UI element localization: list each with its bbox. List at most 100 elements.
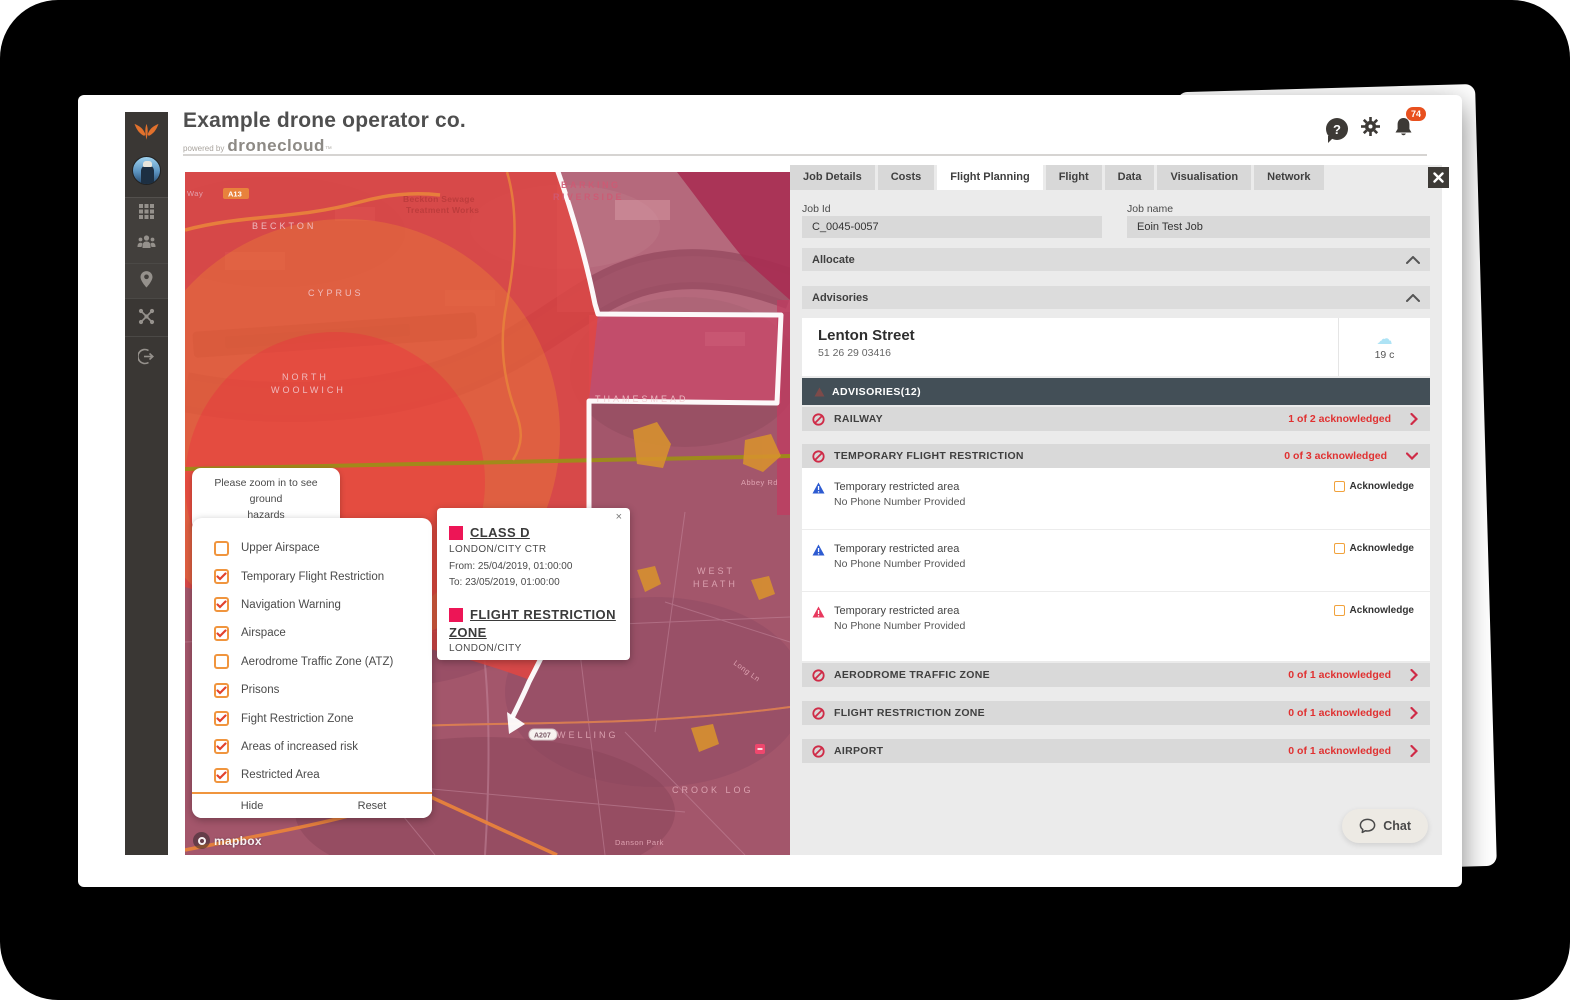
legend-item-airspace[interactable]: Airspace — [214, 619, 432, 647]
logout-icon[interactable] — [125, 348, 168, 365]
chevron-up-icon — [1406, 251, 1420, 269]
settings-gear-icon[interactable] — [1359, 115, 1382, 143]
acknowledge-checkbox[interactable] — [1334, 605, 1345, 616]
group-status: 0 of 1 acknowledged — [1288, 745, 1391, 757]
acknowledge-checkbox[interactable] — [1334, 543, 1345, 554]
chevron-right-icon[interactable] — [1410, 669, 1418, 681]
job-id-field[interactable]: C_0045-0057 — [802, 216, 1102, 238]
tab-flight[interactable]: Flight — [1046, 165, 1102, 190]
trademark: ™ — [325, 146, 332, 153]
tab-flight-planning[interactable]: Flight Planning — [937, 165, 1042, 190]
legend-item-fight-restriction-zone[interactable]: Fight Restriction Zone — [214, 704, 432, 732]
chevron-right-icon[interactable] — [1410, 707, 1418, 719]
zone-color-swatch — [449, 608, 463, 622]
legend-item-atz[interactable]: Aerodrome Traffic Zone (ATZ) — [214, 648, 432, 676]
mapbox-attribution[interactable]: mapbox — [193, 832, 262, 849]
job-name-label: Job name — [1127, 203, 1173, 215]
tab-data[interactable]: Data — [1105, 165, 1155, 190]
legend-item-upper-airspace[interactable]: Upper Airspace — [214, 534, 432, 562]
location-name: Lenton Street — [818, 327, 1338, 344]
phoenix-logo-icon[interactable] — [125, 119, 168, 143]
chevron-right-icon[interactable] — [1410, 745, 1418, 757]
brand-lockup: powered by dronecloud ™ — [183, 136, 332, 156]
zone2-subtitle: LONDON/CITY — [449, 643, 618, 654]
acknowledge-control[interactable]: Acknowledge — [1334, 543, 1414, 554]
help-icon[interactable]: ? — [1326, 118, 1348, 140]
tab-job-details[interactable]: Job Details — [790, 165, 875, 190]
chevron-right-icon[interactable] — [1410, 413, 1418, 425]
legend-checkbox[interactable] — [214, 597, 229, 612]
acknowledge-control[interactable]: Acknowledge — [1334, 481, 1414, 492]
advisory-group-temporary-flight-restriction[interactable]: TEMPORARY FLIGHT RESTRICTION 0 of 3 ackn… — [802, 444, 1430, 468]
map-label-woolwich: WOOLWICH — [271, 385, 346, 395]
chevron-up-icon — [1406, 289, 1420, 307]
apps-grid-icon[interactable] — [125, 204, 168, 219]
zone2-title[interactable]: FLIGHT RESTRICTION — [470, 607, 616, 622]
header-icons: ? 74 — [1326, 115, 1414, 143]
advisory-group-flight-restriction-zone[interactable]: FLIGHT RESTRICTION ZONE 0 of 1 acknowled… — [802, 701, 1430, 725]
legend-item-restricted-area[interactable]: Restricted Area — [214, 761, 432, 789]
job-name-field[interactable]: Eoin Test Job — [1127, 216, 1430, 238]
zone1-title[interactable]: CLASS D — [470, 525, 530, 540]
advisories-section-header[interactable]: Advisories — [802, 286, 1430, 309]
advisory-group-airport[interactable]: AIRPORT 0 of 1 acknowledged — [802, 739, 1430, 763]
popup-close-icon[interactable]: × — [616, 511, 622, 523]
legend-checkbox[interactable] — [214, 569, 229, 584]
legend-item-label: Navigation Warning — [241, 599, 341, 611]
legend-checkbox[interactable] — [214, 711, 229, 726]
legend-checkbox[interactable] — [214, 541, 229, 556]
location-card: Lenton Street 51 26 29 03416 ☁ 19 c — [802, 318, 1430, 376]
map-label-thamesmead: THAMESMEAD — [595, 394, 689, 404]
map-label-heath: HEATH — [693, 579, 738, 589]
acknowledge-control[interactable]: Acknowledge — [1334, 605, 1414, 616]
advisories-count-label: ADVISORIES(12) — [832, 386, 921, 398]
job-panel: Job Details Costs Flight Planning Flight… — [790, 165, 1442, 855]
chat-button[interactable]: Chat — [1342, 809, 1428, 843]
group-label: RAILWAY — [834, 413, 883, 425]
legend-checkbox[interactable] — [214, 654, 229, 669]
map-label-west: WEST — [697, 566, 735, 576]
legend-item-prisons[interactable]: Prisons — [214, 676, 432, 704]
advisory-group-railway[interactable]: RAILWAY 1 of 2 acknowledged — [802, 407, 1430, 431]
legend-checkbox[interactable] — [214, 626, 229, 641]
advisory-subtitle: No Phone Number Provided — [834, 558, 1416, 570]
team-icon[interactable] — [125, 234, 168, 251]
legend-item-temporary-flight-restriction[interactable]: Temporary Flight Restriction — [214, 562, 432, 590]
legend-item-label: Restricted Area — [241, 769, 320, 781]
advisory-group-aerodrome-traffic-zone[interactable]: AERODROME TRAFFIC ZONE 0 of 1 acknowledg… — [802, 663, 1430, 687]
job-id-label: Job Id — [802, 203, 831, 215]
panel-close-button[interactable] — [1428, 167, 1449, 188]
tab-network[interactable]: Network — [1254, 165, 1323, 190]
warning-triangle-red-icon — [812, 606, 825, 618]
legend-checkbox[interactable] — [214, 683, 229, 698]
app-window: Example drone operator co. powered by dr… — [78, 95, 1462, 887]
map-canvas[interactable]: Way A13 BECKTON Beckton Sewage Treatment… — [185, 172, 790, 855]
map-label-north: NORTH — [282, 372, 329, 382]
notifications-bell-icon[interactable]: 74 — [1393, 116, 1414, 143]
sidebar-divider — [125, 336, 168, 337]
legend-item-navigation-warning[interactable]: Navigation Warning — [214, 591, 432, 619]
location-pin-icon[interactable] — [125, 270, 168, 289]
legend-item-areas-of-increased-risk[interactable]: Areas of increased risk — [214, 733, 432, 761]
legend-reset-button[interactable]: Reset — [312, 794, 432, 818]
header-divider — [183, 154, 1427, 156]
legend-checkbox[interactable] — [214, 739, 229, 754]
tab-visualisation[interactable]: Visualisation — [1157, 165, 1251, 190]
legend-hide-button[interactable]: Hide — [192, 794, 312, 818]
drone-icon[interactable] — [125, 308, 168, 325]
advisory-title: Temporary restricted area — [834, 481, 1416, 493]
legend-checkbox[interactable] — [214, 768, 229, 783]
map-label-abbey-rd: Abbey Rd — [741, 478, 778, 487]
notification-count-badge: 74 — [1406, 107, 1426, 121]
user-avatar[interactable] — [125, 156, 168, 185]
map-label-crook-log: CROOK LOG — [672, 785, 754, 795]
chevron-down-icon[interactable] — [1406, 452, 1418, 460]
tab-costs[interactable]: Costs — [878, 165, 935, 190]
advisory-subtitle: No Phone Number Provided — [834, 496, 1416, 508]
warning-triangle-icon — [814, 387, 825, 397]
powered-by-text: powered by — [183, 144, 224, 153]
acknowledge-checkbox[interactable] — [1334, 481, 1345, 492]
prohibited-icon — [812, 413, 825, 426]
acknowledge-label: Acknowledge — [1350, 543, 1414, 554]
allocate-section-header[interactable]: Allocate — [802, 248, 1430, 271]
